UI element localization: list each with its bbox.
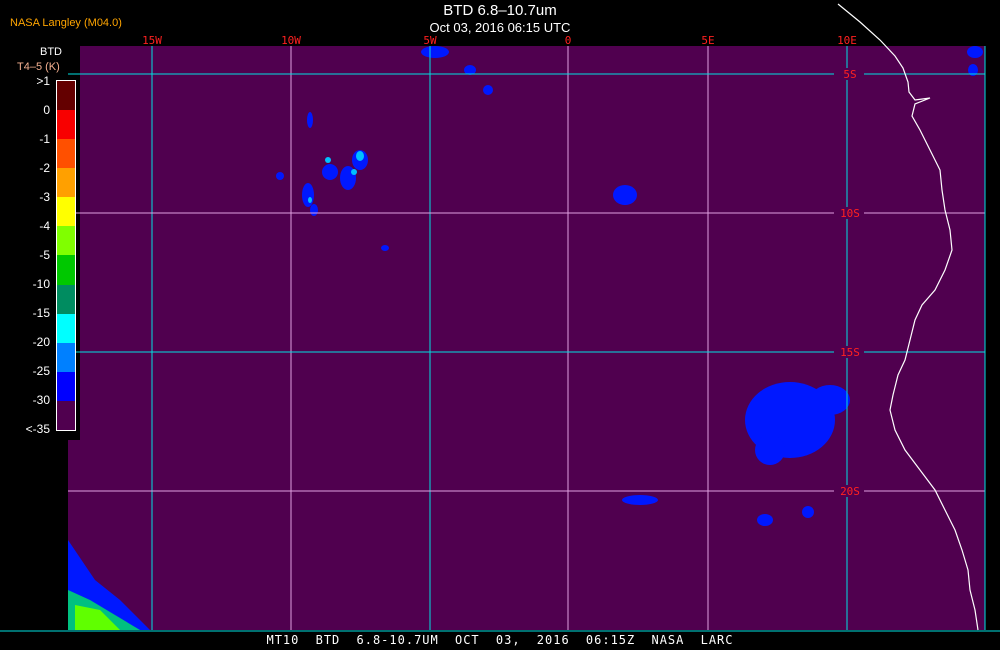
colorbar-swatch: [57, 342, 75, 372]
cloud-region: [381, 245, 389, 251]
cloud-region: [810, 385, 850, 415]
colorbar-swatch: [57, 81, 75, 111]
colorbar-label: -4: [39, 219, 50, 233]
cloud-region: [755, 435, 785, 465]
latitude-label: 5S: [843, 68, 856, 81]
colorbar-label: 0: [43, 103, 50, 117]
cloud-region: [483, 85, 493, 95]
colorbar-swatch: [57, 226, 75, 256]
longitude-label: 10W: [281, 34, 301, 47]
cloud-region: [967, 46, 983, 58]
cloud-region: [802, 506, 814, 518]
colorbar-label: -10: [32, 277, 50, 291]
cloud-core: [325, 157, 331, 163]
longitude-label: 15W: [142, 34, 162, 47]
satellite-map: 15W 10W 5W 0 5E 10E 5S 10S 15S 20S: [0, 3, 1000, 632]
cloud-region: [276, 172, 284, 180]
colorbar-label: -25: [32, 364, 50, 378]
colorbar-swatch: [57, 110, 75, 140]
colorbar-label: -5: [39, 248, 50, 262]
colorbar-swatch: [57, 400, 75, 430]
colorbar-label: -1: [39, 132, 50, 146]
latitude-label: 10S: [840, 207, 860, 220]
cloud-core: [356, 151, 364, 161]
colorbar-swatch: [57, 255, 75, 285]
longitude-label: 5W: [423, 34, 437, 47]
longitude-label: 5E: [701, 34, 714, 47]
cloud-core: [308, 197, 312, 203]
colorbar-label: -15: [32, 306, 50, 320]
colorbar-swatch: [57, 284, 75, 314]
cloud-region: [302, 183, 314, 207]
cloud-region: [622, 495, 658, 505]
footer-caption: MT10 BTD 6.8-10.7UM OCT 03, 2016 06:15Z …: [266, 633, 734, 647]
colorbar-swatch: [57, 139, 75, 169]
latitude-label: 20S: [840, 485, 860, 498]
longitude-label: 10E: [837, 34, 857, 47]
latitude-label: 15S: [840, 346, 860, 359]
cloud-region: [757, 514, 773, 526]
colorbar-label: -30: [32, 393, 50, 407]
cloud-region: [310, 204, 318, 216]
cloud-core: [351, 169, 357, 175]
cloud-region: [613, 185, 637, 205]
colorbar-label: -3: [39, 190, 50, 204]
colorbar-swatch: [57, 168, 75, 198]
longitude-label: 0: [565, 34, 572, 47]
cloud-region: [421, 46, 449, 58]
colorbar-label: -2: [39, 161, 50, 175]
cloud-region: [322, 164, 338, 180]
colorbar-label: <-35: [25, 422, 50, 436]
colorbar-swatch: [57, 371, 75, 401]
colorbar-label: >1: [36, 74, 50, 88]
colorbar: [56, 80, 76, 431]
cloud-region: [307, 112, 313, 128]
colorbar-swatch: [57, 197, 75, 227]
colorbar-label: -20: [32, 335, 50, 349]
colorbar-swatch: [57, 313, 75, 343]
